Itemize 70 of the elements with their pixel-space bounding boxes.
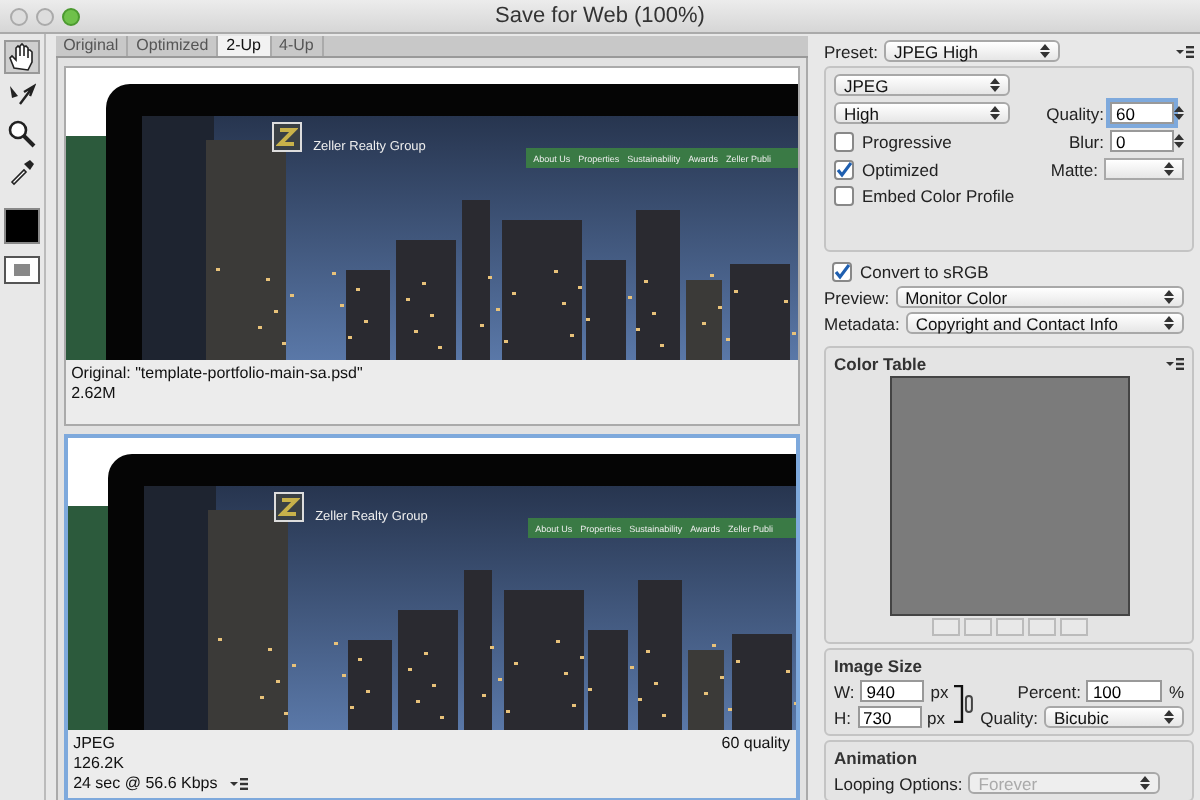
- updown-arrow-icon: [1140, 776, 1151, 790]
- format-dropdown[interactable]: JPEG: [834, 74, 1010, 96]
- updown-arrow-icon: [1039, 44, 1050, 58]
- preview-dropdown[interactable]: Monitor Color: [895, 286, 1184, 308]
- updown-arrow-icon: [1163, 290, 1174, 304]
- updown-arrow-icon: [990, 78, 1000, 92]
- option-label: Convert to sRGB: [860, 262, 989, 282]
- matte-label: Matte:: [1050, 159, 1098, 179]
- unit-label: px: [930, 681, 949, 701]
- panel-title: Animation: [834, 748, 920, 768]
- preview-label: Preview:: [824, 287, 890, 307]
- quality-label: Quality:: [1046, 103, 1104, 123]
- option-label: Progressive: [862, 131, 952, 151]
- preset-label: Preset:: [824, 41, 878, 61]
- looping-label: Looping Options:: [834, 773, 963, 793]
- panel-menu-icon[interactable]: [1166, 358, 1184, 370]
- percent-label: Percent:: [1017, 681, 1081, 701]
- window-title: Save for Web (100%): [495, 4, 705, 28]
- zoom-tool-button[interactable]: [3, 116, 40, 150]
- resample-quality-dropdown[interactable]: Bicubic: [1044, 706, 1184, 728]
- updown-arrow-icon: [990, 106, 1000, 120]
- height-label: H:: [834, 707, 851, 727]
- updown-arrow-icon: [1163, 316, 1174, 330]
- quality-field[interactable]: 60: [1110, 102, 1174, 124]
- blur-label: Blur:: [1069, 131, 1104, 151]
- zoom-icon: [6, 118, 37, 148]
- checkbox[interactable]: [832, 262, 852, 282]
- panel-title: Color Table: [834, 354, 927, 374]
- unit-label: px: [927, 707, 945, 727]
- metadata-label: Metadata:: [824, 313, 900, 333]
- option-label: Optimized: [862, 159, 939, 179]
- height-field[interactable]: 730: [857, 706, 921, 728]
- view-tab[interactable]: 2-Up: [218, 36, 271, 56]
- quality-info: 60 quality: [721, 734, 790, 756]
- color-swatch[interactable]: [3, 208, 40, 244]
- link-chain-icon[interactable]: [954, 682, 975, 726]
- width-field[interactable]: 940: [860, 680, 925, 702]
- info-text: 126.2K: [73, 754, 126, 774]
- updown-arrow-icon: [1164, 162, 1174, 176]
- checkbox[interactable]: [834, 131, 854, 151]
- updown-arrow-icon: [1174, 134, 1184, 148]
- panel-menu-icon[interactable]: [1176, 45, 1194, 57]
- quality-label: Quality:: [980, 707, 1038, 727]
- preset-dropdown[interactable]: JPEG High: [883, 40, 1060, 62]
- unit-label: %: [1168, 681, 1184, 701]
- info-text: 2.62M: [71, 384, 118, 404]
- width-label: W:: [834, 681, 855, 701]
- matte-dropdown[interactable]: [1104, 158, 1184, 180]
- panel-title: Image Size: [834, 656, 924, 676]
- panel-menu-icon[interactable]: [229, 778, 248, 790]
- blur-field[interactable]: 0: [1110, 130, 1174, 152]
- slice-icon: [6, 80, 37, 110]
- hand-tool-button[interactable]: [3, 40, 40, 74]
- zoom-button[interactable]: [62, 7, 80, 25]
- updown-arrow-icon: [1174, 106, 1184, 120]
- percent-field[interactable]: 100: [1086, 680, 1163, 702]
- compression-dropdown[interactable]: High: [834, 102, 1010, 124]
- metadata-dropdown[interactable]: Copyright and Contact Info: [905, 312, 1184, 334]
- info-text: Original: "template-portfolio-main-sa.psd": [71, 364, 363, 384]
- preview-in-browser-icon[interactable]: [3, 256, 40, 284]
- checkbox[interactable]: [834, 159, 854, 179]
- logo-icon: [271, 122, 302, 152]
- info-text: JPEG: [73, 734, 117, 754]
- updown-arrow-icon: [1164, 710, 1174, 724]
- hand-icon: [6, 42, 37, 72]
- checkbox[interactable]: [834, 186, 854, 206]
- option-label: Embed Color Profile: [862, 186, 1015, 206]
- logo-icon: [273, 492, 304, 522]
- eyedropper-icon: [6, 156, 37, 186]
- info-text: 24 sec @ 56.6 Kbps: [73, 774, 218, 794]
